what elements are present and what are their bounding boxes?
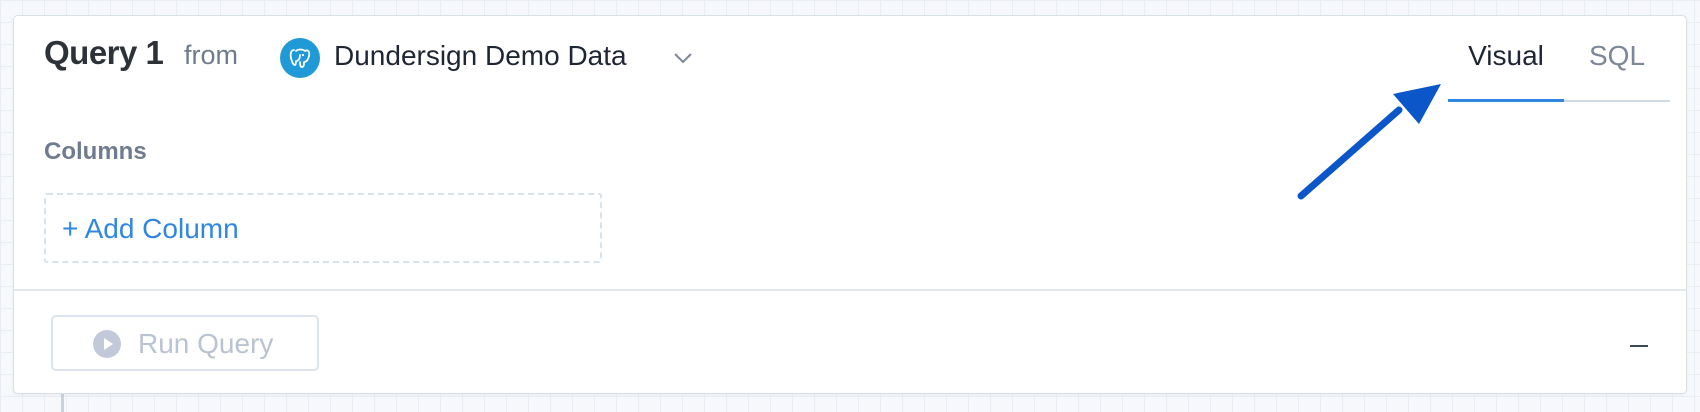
tab-sql[interactable]: SQL: [1564, 34, 1670, 102]
collapse-minus-icon[interactable]: [1630, 338, 1650, 354]
flow-connector-line: [61, 392, 64, 412]
editor-mode-tabs: Visual SQL: [1448, 34, 1670, 102]
postgresql-icon[interactable]: [280, 38, 320, 78]
play-circle-icon: [93, 330, 121, 358]
query-card: Query 1 from Dundersign Demo Data Visual…: [13, 15, 1687, 394]
datasource-selector[interactable]: Dundersign Demo Data: [334, 40, 627, 72]
tab-visual[interactable]: Visual: [1448, 34, 1564, 102]
from-label: from: [184, 40, 238, 70]
annotation-arrow-icon: [1297, 84, 1441, 200]
chevron-down-icon[interactable]: [673, 51, 693, 65]
add-column-button[interactable]: + Add Column: [44, 193, 602, 263]
run-query-label: Run Query: [138, 328, 274, 359]
query-title: Query 1: [44, 34, 164, 71]
section-divider: [14, 289, 1686, 291]
columns-section-label: Columns: [44, 138, 147, 165]
run-query-button[interactable]: Run Query: [51, 315, 319, 371]
